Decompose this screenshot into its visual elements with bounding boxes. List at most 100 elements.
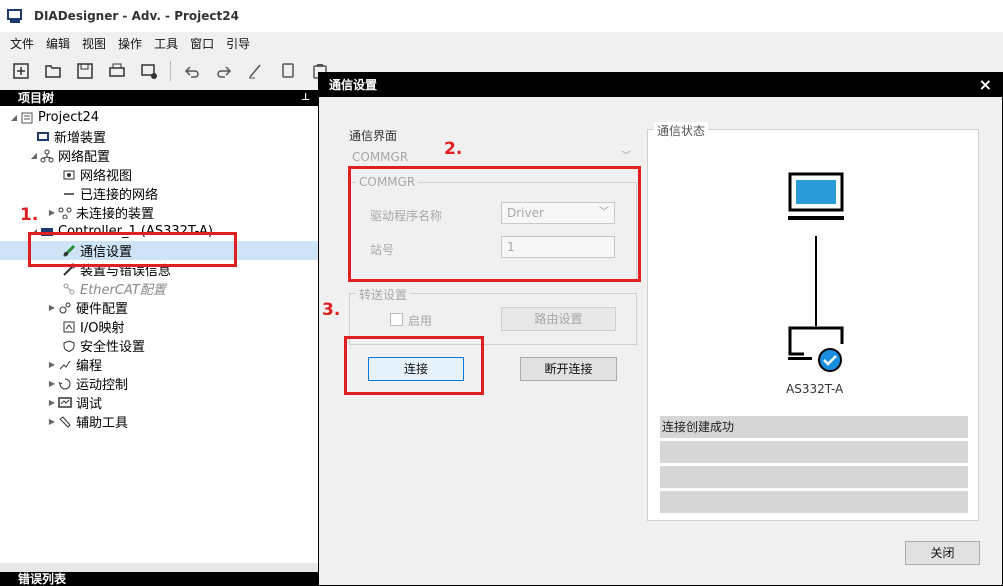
tree-item-label: 辅助工具: [76, 416, 129, 431]
app-logo-icon: [6, 8, 24, 24]
motion-control-icon: [58, 377, 72, 391]
print-icon[interactable]: [106, 60, 128, 82]
copy-icon[interactable]: [277, 60, 299, 82]
annotation-box-1: [28, 232, 237, 267]
annotation-box-3: [344, 336, 484, 395]
tree-item-unconnected-devices[interactable]: ▶ 未连接的装置: [46, 203, 154, 222]
tree-item-aux-tools[interactable]: ▶ 辅助工具: [46, 412, 128, 431]
collapse-icon[interactable]: ◢: [8, 113, 20, 122]
network-view-icon: [62, 168, 76, 182]
pc-icon: [788, 172, 844, 220]
undo-icon[interactable]: [181, 60, 203, 82]
tree-item-label: 调试: [76, 397, 103, 412]
enable-label: 启用: [408, 314, 433, 328]
unconnected-devices-icon: [58, 206, 72, 220]
check-icon: [818, 348, 842, 372]
close-icon[interactable]: ×: [979, 73, 992, 97]
error-list-title: 错误列表: [18, 572, 67, 586]
project-tree-title: 项目树: [18, 91, 55, 105]
dialog-title-bar: 通信设置 ×: [319, 73, 1002, 97]
io-mapping-icon: [62, 320, 76, 334]
route-settings-button[interactable]: 路由设置: [501, 307, 616, 331]
menu-bar: 文件 编辑 视图 操作 工具 窗口 引导: [0, 32, 256, 54]
chevron-down-icon: ﹀: [621, 151, 631, 162]
programming-icon: [58, 358, 72, 372]
tree-item-label: 运动控制: [76, 378, 129, 393]
status-row: 连接创建成功: [660, 416, 968, 438]
interface-select-value: COMMGR: [352, 150, 409, 164]
comm-status-group: 通信状态 AS332T-A 连接创建成功: [647, 122, 979, 521]
project-tree: ◢ Project24 新增装置 ◢ 网络配置 网络视图 已连接的网络 ▶ 未连…: [0, 106, 318, 564]
tree-item-label: 编程: [76, 359, 103, 374]
tree-item-label: I/O映射: [80, 321, 125, 336]
tree-item-project[interactable]: ◢ Project24: [8, 108, 99, 127]
project-tree-header: 项目树 ⊥: [0, 90, 318, 106]
device-icon[interactable]: [138, 60, 160, 82]
forward-group-title: 转送设置: [356, 286, 411, 303]
shield-icon: [62, 339, 76, 353]
interface-select[interactable]: COMMGR ﹀: [349, 147, 635, 167]
hardware-config-icon: [58, 301, 72, 315]
menu-window[interactable]: 窗口: [184, 35, 220, 52]
new-icon[interactable]: [10, 60, 32, 82]
expand-icon[interactable]: ▶: [46, 208, 58, 217]
menu-tools[interactable]: 工具: [148, 35, 184, 52]
annotation-2: 2.: [444, 139, 463, 159]
tree-item-io-mapping[interactable]: I/O映射: [62, 317, 124, 336]
tree-item-label: 未连接的装置: [76, 207, 155, 222]
comm-settings-dialog: 通信设置 × 通信界面 COMMGR ﹀ COMMGR 驱动程序名称 Drive…: [318, 72, 1003, 586]
menu-operate[interactable]: 操作: [112, 35, 148, 52]
close-button[interactable]: 关闭: [905, 541, 980, 565]
tree-item-add-device[interactable]: 新增装置: [36, 127, 106, 146]
dialog-title: 通信设置: [329, 78, 378, 92]
expand-icon[interactable]: ▶: [46, 417, 58, 426]
pin-icon[interactable]: ⊥: [301, 90, 310, 106]
tree-item-label: 网络配置: [58, 150, 111, 165]
tree-item-hardware-config[interactable]: ▶ 硬件配置: [46, 298, 128, 317]
tree-item-label: Project24: [38, 110, 100, 125]
tree-item-label: 网络视图: [80, 169, 133, 184]
disconnect-button[interactable]: 断开连接: [520, 357, 617, 381]
tree-item-security[interactable]: 安全性设置: [62, 336, 145, 355]
project-icon: [20, 111, 34, 125]
tree-item-label: 硬件配置: [76, 302, 129, 317]
tree-item-network-view[interactable]: 网络视图: [62, 165, 132, 184]
tree-item-network-config[interactable]: ◢ 网络配置: [28, 146, 110, 165]
menu-file[interactable]: 文件: [4, 35, 40, 52]
enable-checkbox[interactable]: [390, 313, 403, 326]
menu-guide[interactable]: 引导: [220, 35, 256, 52]
expand-icon[interactable]: ▶: [46, 303, 58, 312]
status-row: [660, 441, 968, 463]
open-icon[interactable]: [42, 60, 64, 82]
error-list-header[interactable]: 错误列表: [0, 572, 318, 586]
tree-item-motion-control[interactable]: ▶ 运动控制: [46, 374, 128, 393]
network-icon: [40, 149, 54, 163]
tree-item-label: 安全性设置: [80, 340, 146, 355]
annotation-box-2: [348, 166, 641, 282]
tree-item-connected-network[interactable]: 已连接的网络: [62, 184, 158, 203]
status-row: [660, 491, 968, 513]
annotation-3: 3.: [322, 300, 341, 320]
menu-view[interactable]: 视图: [76, 35, 112, 52]
menu-edit[interactable]: 编辑: [40, 35, 76, 52]
expand-icon[interactable]: ▶: [46, 379, 58, 388]
connected-network-icon: [62, 187, 76, 201]
status-row: [660, 466, 968, 488]
tree-item-ethercat[interactable]: EtherCAT配置: [62, 279, 166, 298]
save-icon[interactable]: [74, 60, 96, 82]
edit-icon[interactable]: [245, 60, 267, 82]
debug-icon: [58, 396, 72, 410]
add-device-icon: [36, 130, 50, 144]
tree-item-label: EtherCAT配置: [80, 283, 166, 298]
toolbar-separator: [170, 61, 171, 81]
expand-icon[interactable]: ▶: [46, 360, 58, 369]
ethercat-icon: [62, 282, 76, 296]
app-title-bar: DIADesigner - Adv. - Project24: [0, 0, 1003, 32]
tree-item-programming[interactable]: ▶ 编程: [46, 355, 102, 374]
tree-item-debug[interactable]: ▶ 调试: [46, 393, 102, 412]
expand-icon[interactable]: ▶: [46, 398, 58, 407]
collapse-icon[interactable]: ◢: [28, 151, 40, 160]
redo-icon[interactable]: [213, 60, 235, 82]
panel-divider: [0, 563, 318, 572]
tree-item-label: 已连接的网络: [80, 188, 159, 203]
